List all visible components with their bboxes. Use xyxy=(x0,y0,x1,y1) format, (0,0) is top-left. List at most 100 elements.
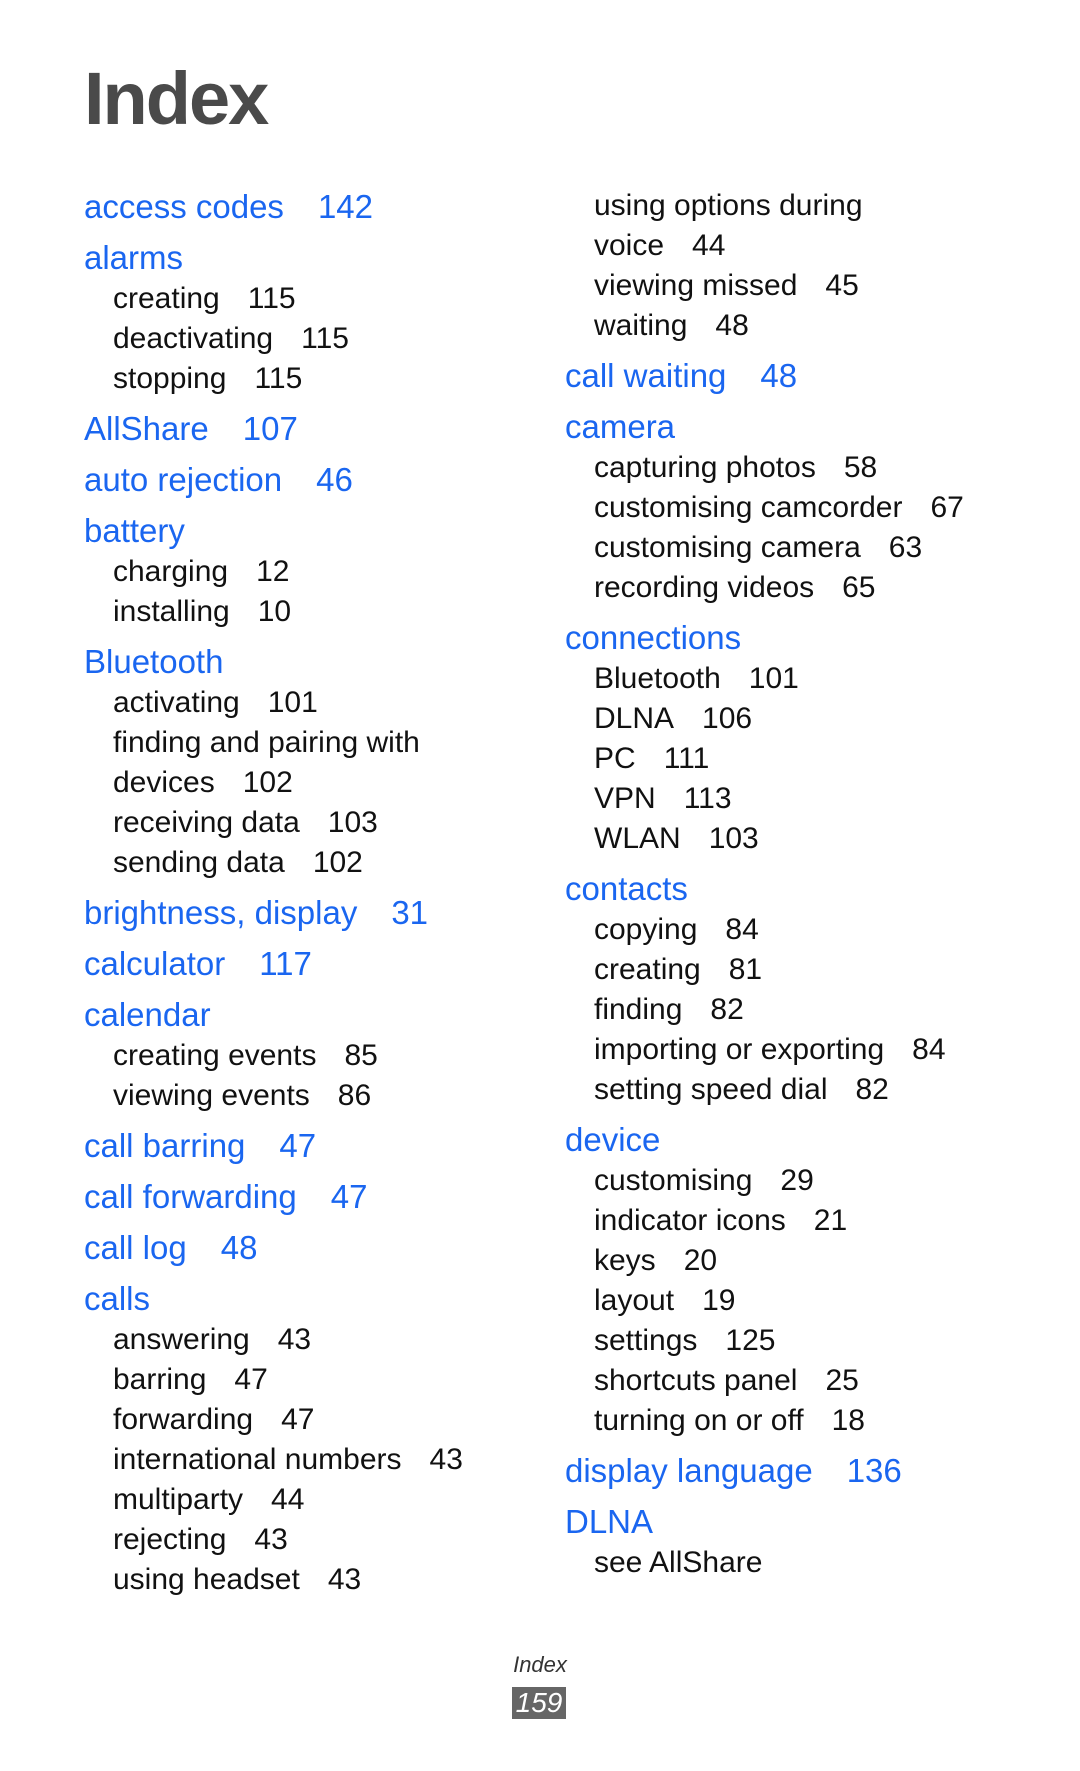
index-heading[interactable]: call barring 47 xyxy=(84,1125,524,1167)
subentry-page[interactable]: 20 xyxy=(684,1244,717,1277)
subentry-page[interactable]: 65 xyxy=(842,571,875,604)
index-subentry[interactable]: importing or exporting 84 xyxy=(565,1030,1025,1070)
index-heading[interactable]: AllShare 107 xyxy=(84,408,524,450)
index-subentry[interactable]: international numbers 43 xyxy=(84,1440,524,1480)
subentry-page[interactable]: 12 xyxy=(256,555,289,588)
index-subentry-continued[interactable]: devices 102 xyxy=(84,763,524,803)
subentry-page[interactable]: 47 xyxy=(234,1363,267,1396)
index-heading[interactable]: calculator 117 xyxy=(84,943,524,985)
index-subentry[interactable]: indicator icons 21 xyxy=(565,1201,1025,1241)
subentry-page[interactable]: 84 xyxy=(725,913,758,946)
index-heading[interactable]: Bluetooth xyxy=(84,641,524,683)
index-subentry[interactable]: using options during xyxy=(565,186,1025,226)
subentry-page[interactable]: 45 xyxy=(825,269,858,302)
index-subentry[interactable]: layout 19 xyxy=(565,1281,1025,1321)
index-subentry[interactable]: forwarding 47 xyxy=(84,1400,524,1440)
index-subentry[interactable]: creating 115 xyxy=(84,279,524,319)
index-heading[interactable]: DLNA xyxy=(565,1501,1025,1543)
index-subentry-continued[interactable]: voice 44 xyxy=(565,226,1025,266)
subentry-page[interactable]: 43 xyxy=(254,1523,287,1556)
subentry-page[interactable]: 101 xyxy=(749,662,799,695)
index-subentry[interactable]: sending data 102 xyxy=(84,843,524,883)
subentry-page[interactable]: 103 xyxy=(709,822,759,855)
index-heading[interactable]: contacts xyxy=(565,868,1025,910)
subentry-page[interactable]: 113 xyxy=(684,782,732,815)
subentry-page[interactable]: 43 xyxy=(278,1323,311,1356)
index-subentry[interactable]: deactivating 115 xyxy=(84,319,524,359)
subentry-page[interactable]: 125 xyxy=(725,1324,775,1357)
index-subentry[interactable]: receiving data 103 xyxy=(84,803,524,843)
subentry-page[interactable]: 115 xyxy=(301,322,349,355)
index-heading[interactable]: brightness, display 31 xyxy=(84,892,524,934)
index-subentry[interactable]: keys 20 xyxy=(565,1241,1025,1281)
index-subentry[interactable]: turning on or off 18 xyxy=(565,1401,1025,1441)
subentry-page[interactable]: 101 xyxy=(268,686,318,719)
subentry-page[interactable]: 63 xyxy=(889,531,922,564)
index-subentry[interactable]: viewing missed 45 xyxy=(565,266,1025,306)
heading-page[interactable]: 47 xyxy=(279,1127,316,1164)
heading-page[interactable]: 47 xyxy=(331,1178,368,1215)
index-subentry[interactable]: rejecting 43 xyxy=(84,1520,524,1560)
index-heading[interactable]: alarms xyxy=(84,237,524,279)
index-subentry[interactable]: finding 82 xyxy=(565,990,1025,1030)
subentry-page[interactable]: 67 xyxy=(930,491,963,524)
subentry-page[interactable]: 47 xyxy=(281,1403,314,1436)
subentry-page[interactable]: 102 xyxy=(243,766,293,799)
index-subentry[interactable]: stopping 115 xyxy=(84,359,524,399)
subentry-page[interactable]: 82 xyxy=(710,993,743,1026)
index-subentry[interactable]: WLAN 103 xyxy=(565,819,1025,859)
subentry-page[interactable]: 81 xyxy=(729,953,762,986)
index-subentry[interactable]: copying 84 xyxy=(565,910,1025,950)
index-subentry[interactable]: customising camera 63 xyxy=(565,528,1025,568)
subentry-page[interactable]: 29 xyxy=(780,1164,813,1197)
subentry-page[interactable]: 115 xyxy=(248,282,296,315)
index-subentry[interactable]: creating 81 xyxy=(565,950,1025,990)
heading-page[interactable]: 142 xyxy=(318,188,373,225)
subentry-page[interactable]: 43 xyxy=(328,1563,361,1596)
index-subentry[interactable]: Bluetooth 101 xyxy=(565,659,1025,699)
index-subentry[interactable]: using headset 43 xyxy=(84,1560,524,1600)
subentry-page[interactable]: 44 xyxy=(271,1483,304,1516)
subentry-page[interactable]: 43 xyxy=(430,1443,463,1476)
index-heading[interactable]: call forwarding 47 xyxy=(84,1176,524,1218)
index-heading[interactable]: call waiting 48 xyxy=(565,355,1025,397)
subentry-page[interactable]: 103 xyxy=(328,806,378,839)
subentry-page[interactable]: 111 xyxy=(664,742,710,775)
subentry-page[interactable]: 48 xyxy=(715,309,748,342)
index-subentry[interactable]: PC 111 xyxy=(565,739,1025,779)
index-subentry[interactable]: VPN 113 xyxy=(565,779,1025,819)
index-heading[interactable]: camera xyxy=(565,406,1025,448)
heading-page[interactable]: 107 xyxy=(243,410,298,447)
index-heading[interactable]: access codes 142 xyxy=(84,186,524,228)
index-heading[interactable]: battery xyxy=(84,510,524,552)
index-subentry[interactable]: installing 10 xyxy=(84,592,524,632)
index-subentry[interactable]: finding and pairing with xyxy=(84,723,524,763)
index-subentry[interactable]: activating 101 xyxy=(84,683,524,723)
subentry-page[interactable]: 58 xyxy=(844,451,877,484)
subentry-page[interactable]: 18 xyxy=(832,1404,865,1437)
index-subentry[interactable]: barring 47 xyxy=(84,1360,524,1400)
subentry-page[interactable]: 10 xyxy=(258,595,291,628)
subentry-page[interactable]: 44 xyxy=(692,229,725,262)
index-subentry[interactable]: multiparty 44 xyxy=(84,1480,524,1520)
index-heading[interactable]: auto rejection 46 xyxy=(84,459,524,501)
index-subentry[interactable]: customising camcorder 67 xyxy=(565,488,1025,528)
index-subentry[interactable]: waiting 48 xyxy=(565,306,1025,346)
index-subentry[interactable]: shortcuts panel 25 xyxy=(565,1361,1025,1401)
index-subentry[interactable]: capturing photos 58 xyxy=(565,448,1025,488)
heading-page[interactable]: 117 xyxy=(259,945,312,982)
index-heading[interactable]: calendar xyxy=(84,994,524,1036)
heading-page[interactable]: 136 xyxy=(847,1452,902,1489)
index-subentry[interactable]: creating events 85 xyxy=(84,1036,524,1076)
index-subentry[interactable]: settings 125 xyxy=(565,1321,1025,1361)
index-subentry[interactable]: see AllShare xyxy=(565,1543,1025,1583)
index-heading[interactable]: display language 136 xyxy=(565,1450,1025,1492)
heading-page[interactable]: 31 xyxy=(391,894,428,931)
index-subentry[interactable]: answering 43 xyxy=(84,1320,524,1360)
subentry-page[interactable]: 82 xyxy=(856,1073,889,1106)
subentry-page[interactable]: 85 xyxy=(344,1039,377,1072)
heading-page[interactable]: 48 xyxy=(760,357,797,394)
index-heading[interactable]: calls xyxy=(84,1278,524,1320)
subentry-page[interactable]: 102 xyxy=(313,846,363,879)
index-subentry[interactable]: recording videos 65 xyxy=(565,568,1025,608)
